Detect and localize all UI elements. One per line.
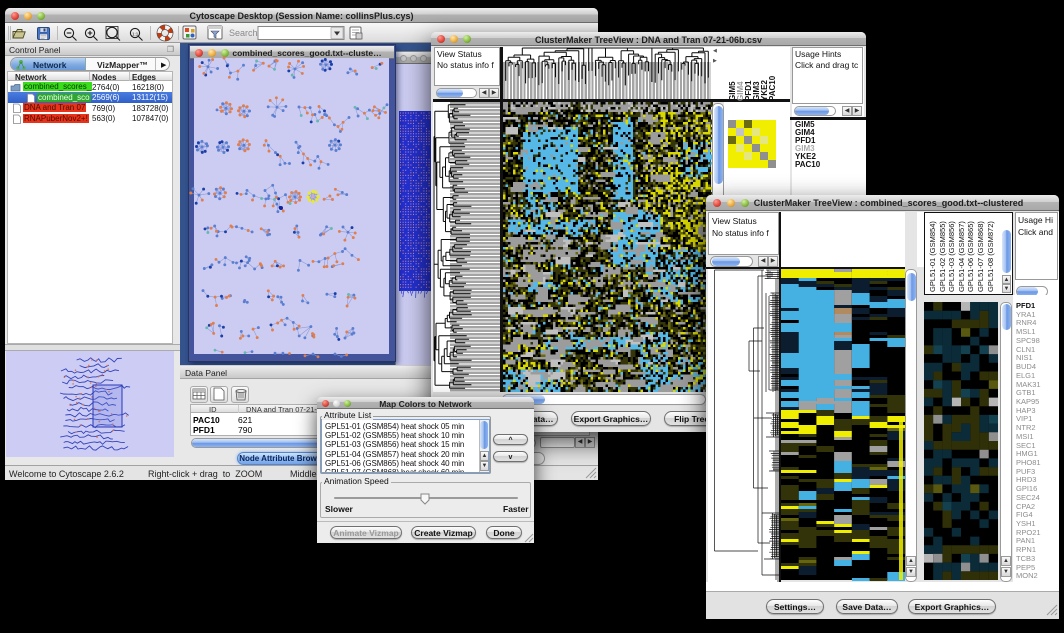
svg-text:1:1: 1:1: [132, 32, 139, 37]
svg-text:Search:: Search:: [229, 28, 260, 38]
